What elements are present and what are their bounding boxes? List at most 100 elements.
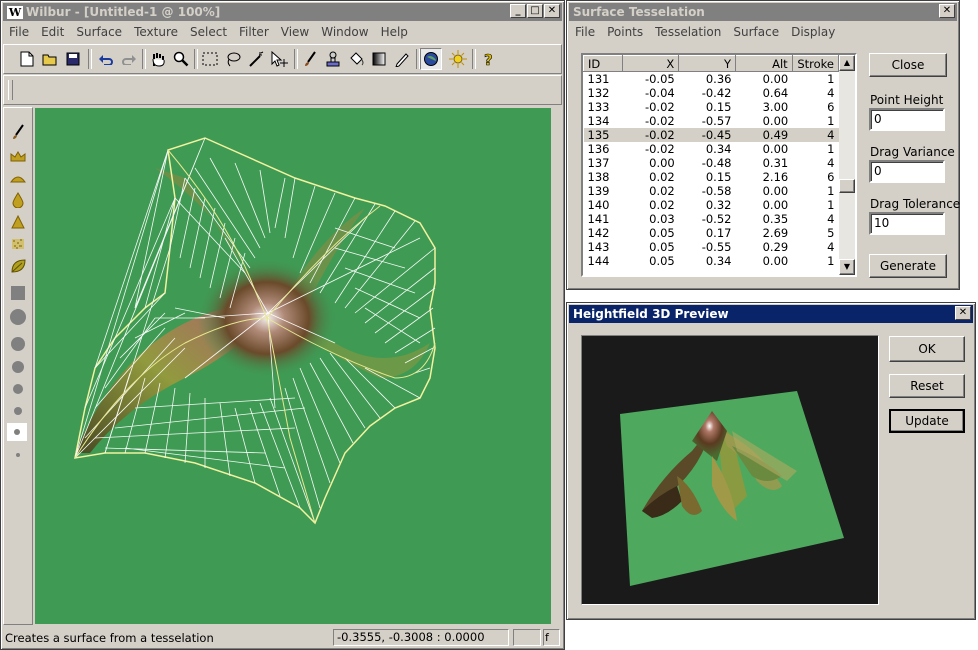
table-row[interactable]: 140 0.02 0.32 0.00 1 bbox=[584, 198, 839, 212]
menu-select[interactable]: Select bbox=[184, 23, 233, 42]
table-cell-stroke: 4 bbox=[827, 86, 835, 100]
table-cell-stroke: 5 bbox=[827, 226, 835, 240]
drag-tolerance-field[interactable]: 10 bbox=[869, 212, 945, 235]
drop-tool-icon[interactable] bbox=[7, 190, 29, 210]
points-grid: ID X Y Alt Stroke 131 -0.05 0.36 0.00 1 132 -0… bbox=[583, 55, 840, 268]
table-row[interactable]: 139 0.02 -0.58 0.00 1 bbox=[584, 184, 839, 198]
col-header-stroke[interactable]: Stroke bbox=[791, 55, 840, 72]
menu-filter[interactable]: Filter bbox=[233, 23, 275, 42]
brush-size-xs-icon[interactable] bbox=[7, 401, 29, 421]
table-cell-id: 137 bbox=[587, 156, 610, 170]
pencil-icon[interactable] bbox=[391, 48, 413, 70]
preview-title-bar[interactable]: Heightfield 3D Preview bbox=[569, 305, 973, 323]
help-question-icon[interactable]: ? bbox=[478, 48, 500, 70]
new-file-icon[interactable] bbox=[16, 48, 38, 70]
table-row[interactable]: 134 -0.02 -0.57 0.00 1 bbox=[584, 114, 839, 128]
brush-size-m-icon[interactable] bbox=[7, 357, 29, 377]
drag-variance-field[interactable]: 0 bbox=[869, 160, 945, 183]
brush-size-l-icon[interactable] bbox=[7, 334, 29, 354]
lighting-sun-icon[interactable] bbox=[447, 48, 469, 70]
noise-tool-icon[interactable] bbox=[7, 234, 29, 254]
move-selection-icon[interactable] bbox=[268, 48, 290, 70]
tess-close-button[interactable]: Close bbox=[869, 53, 947, 77]
menu-help[interactable]: Help bbox=[375, 23, 414, 42]
menu-surface[interactable]: Surface bbox=[70, 23, 128, 42]
preview-ok-button[interactable]: OK bbox=[889, 336, 965, 362]
tesselation-title-bar[interactable]: Surface Tesselation bbox=[569, 3, 957, 21]
menu-view[interactable]: View bbox=[275, 23, 315, 42]
menu-window[interactable]: Window bbox=[315, 23, 374, 42]
toolbar-separator bbox=[88, 49, 92, 69]
gradient-icon[interactable] bbox=[368, 48, 390, 70]
zoom-icon[interactable] bbox=[170, 48, 192, 70]
tesselation-close-icon[interactable]: ✕ bbox=[939, 4, 955, 18]
tess-menu-file[interactable]: File bbox=[569, 23, 601, 42]
points-scrollbar[interactable]: ▲ ▼ bbox=[839, 55, 855, 275]
minimize-button[interactable]: _ bbox=[510, 4, 526, 18]
brush-icon[interactable] bbox=[299, 48, 321, 70]
table-row[interactable]: 137 0.00 -0.48 0.31 4 bbox=[584, 156, 839, 170]
menu-file[interactable]: File bbox=[3, 23, 35, 42]
square-brush-icon[interactable] bbox=[7, 283, 29, 303]
points-table[interactable]: ID X Y Alt Stroke 131 -0.05 0.36 0.00 1 132 -0… bbox=[581, 53, 857, 277]
brush-size-s-icon[interactable] bbox=[7, 379, 29, 399]
stamp-icon[interactable] bbox=[322, 48, 344, 70]
col-header-id[interactable]: ID bbox=[583, 55, 623, 72]
rect-select-icon[interactable] bbox=[199, 48, 221, 70]
table-row[interactable]: 138 0.02 0.15 2.16 6 bbox=[584, 170, 839, 184]
preview-close-icon[interactable]: ✕ bbox=[955, 306, 971, 320]
main-title-bar[interactable]: W Wilbur - [Untitled-1 @ 100%] bbox=[3, 3, 562, 21]
lasso-icon[interactable] bbox=[222, 48, 244, 70]
tess-menu-display[interactable]: Display bbox=[785, 23, 841, 42]
undo-icon[interactable] bbox=[95, 48, 117, 70]
col-header-y[interactable]: Y bbox=[678, 55, 736, 72]
table-row[interactable]: 135 -0.02 -0.45 0.49 4 bbox=[583, 128, 839, 142]
generate-button[interactable]: Generate bbox=[869, 254, 947, 278]
table-row[interactable]: 144 0.05 0.34 0.00 1 bbox=[584, 254, 839, 268]
close-button[interactable]: ✕ bbox=[544, 4, 560, 18]
scroll-thumb[interactable] bbox=[839, 179, 855, 193]
preview-update-button[interactable]: Update bbox=[889, 409, 965, 433]
table-row[interactable]: 136 -0.02 0.34 0.00 1 bbox=[584, 142, 839, 156]
table-row[interactable]: 131 -0.05 0.36 0.00 1 bbox=[584, 72, 839, 86]
tess-menu-tesselation[interactable]: Tesselation bbox=[649, 23, 727, 42]
fill-bucket-icon[interactable] bbox=[345, 48, 367, 70]
tess-menu-surface[interactable]: Surface bbox=[727, 23, 785, 42]
leaf-tool-icon[interactable] bbox=[7, 256, 29, 276]
preview-viewport[interactable] bbox=[581, 335, 879, 605]
globe-preview-icon[interactable] bbox=[420, 48, 442, 70]
table-cell-alt: 0.31 bbox=[762, 156, 789, 170]
table-row[interactable]: 133 -0.02 0.15 3.00 6 bbox=[584, 100, 839, 114]
restore-button[interactable]: □ bbox=[527, 4, 543, 18]
brush-size-xxs-icon[interactable] bbox=[7, 423, 27, 441]
smooth-tool-icon[interactable] bbox=[7, 168, 29, 188]
brush-tool-icon[interactable] bbox=[7, 122, 29, 142]
scroll-up-button[interactable]: ▲ bbox=[839, 55, 855, 71]
table-row[interactable]: 141 0.03 -0.52 0.35 4 bbox=[584, 212, 839, 226]
hand-pan-icon[interactable] bbox=[147, 48, 169, 70]
brush-size-xl-icon[interactable] bbox=[7, 307, 29, 327]
scroll-down-button[interactable]: ▼ bbox=[839, 259, 855, 275]
redo-icon[interactable] bbox=[118, 48, 140, 70]
menu-edit[interactable]: Edit bbox=[35, 23, 70, 42]
canvas-area[interactable] bbox=[35, 108, 551, 624]
table-cell-x: -0.04 bbox=[644, 86, 675, 100]
table-cell-y: 0.32 bbox=[705, 198, 732, 212]
point-height-field[interactable]: 0 bbox=[869, 108, 945, 131]
table-row[interactable]: 143 0.05 -0.55 0.29 4 bbox=[584, 240, 839, 254]
preview-reset-button[interactable]: Reset bbox=[889, 374, 965, 398]
brush-size-tiny-icon[interactable] bbox=[7, 445, 29, 465]
table-cell-y: -0.52 bbox=[701, 212, 732, 226]
menu-texture[interactable]: Texture bbox=[128, 23, 184, 42]
col-header-alt[interactable]: Alt bbox=[734, 55, 793, 72]
save-icon[interactable] bbox=[62, 48, 84, 70]
tess-menu-points[interactable]: Points bbox=[601, 23, 649, 42]
open-folder-icon[interactable] bbox=[39, 48, 61, 70]
raise-tool-icon[interactable] bbox=[7, 146, 29, 166]
magic-wand-icon[interactable] bbox=[245, 48, 267, 70]
peak-tool-icon[interactable] bbox=[7, 212, 29, 232]
col-header-x[interactable]: X bbox=[621, 55, 680, 72]
table-row[interactable]: 132 -0.04 -0.42 0.64 4 bbox=[584, 86, 839, 100]
table-row[interactable]: 142 0.05 0.17 2.69 5 bbox=[584, 226, 839, 240]
table-cell-id: 138 bbox=[587, 170, 610, 184]
